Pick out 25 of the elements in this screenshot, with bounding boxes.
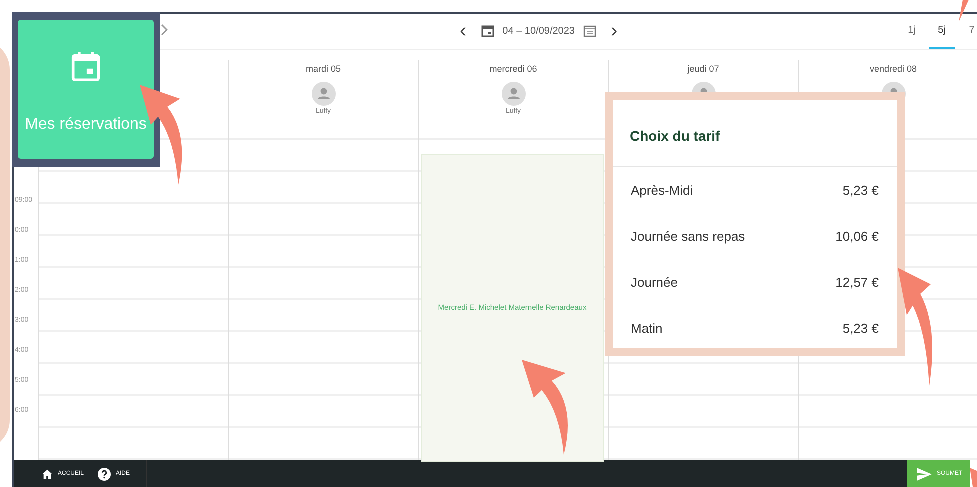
date-range: 04 – 10/09/2023: [502, 26, 575, 37]
calendar-grid-icon[interactable]: [582, 24, 597, 38]
calendar-icon: [480, 24, 495, 38]
next-button[interactable]: ›: [604, 21, 624, 42]
day-header: mercredi 06: [490, 64, 538, 74]
tariff-option[interactable]: Journée sans repas 10,06 €: [613, 213, 897, 259]
day-header: jeudi 07: [688, 64, 720, 74]
tariff-option[interactable]: Matin 5,23 €: [613, 305, 897, 351]
home-icon: [42, 468, 53, 480]
view-tab[interactable]: 7: [959, 13, 977, 50]
day-header: mardi 05: [306, 64, 341, 74]
help-icon: [98, 468, 112, 481]
tariff-option[interactable]: Après-Midi 5,23 €: [613, 167, 897, 213]
avatar-icon: [312, 82, 336, 106]
tariff-option[interactable]: Journée 12,57 €: [613, 259, 897, 305]
view-tab[interactable]: 5j: [929, 13, 955, 50]
previous-button[interactable]: ‹: [454, 21, 473, 42]
curved-arrow: [970, 468, 977, 487]
calendar-icon: [71, 50, 101, 84]
dialog-title: Choix du tarif: [613, 100, 897, 167]
chevron-right-icon[interactable]: [160, 24, 168, 36]
avatar-icon: [502, 82, 526, 106]
send-icon: [917, 468, 932, 481]
day-header: vendredi 08: [870, 64, 918, 74]
view-tab[interactable]: 1j: [899, 13, 925, 50]
